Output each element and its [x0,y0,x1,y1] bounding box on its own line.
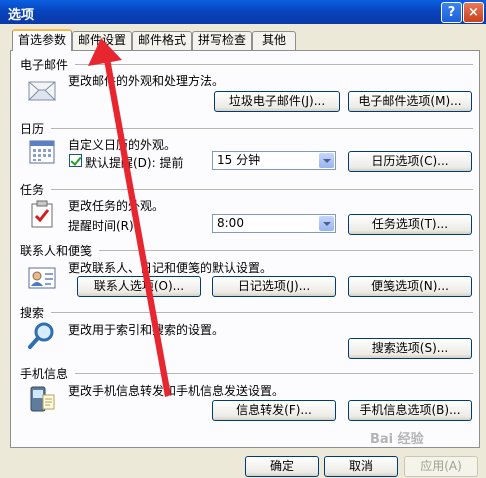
magnifier-icon [28,322,54,349]
contacts-description: 更改联系人、日记和便笺的默认设置。 [68,261,273,275]
search-description: 更改用于索引和搜索的设置。 [68,323,225,337]
close-button[interactable]: × [463,2,484,23]
ok-button[interactable]: 确定 [245,456,319,477]
chevron-down-icon [319,153,334,168]
calendar-icon [29,140,55,164]
tasks-description: 更改任务的外观。 [68,199,165,213]
divider [51,312,473,313]
divider [51,128,473,129]
default-reminder-checkbox[interactable] [69,154,82,167]
task-reminder-label: 提醒时间(R): [68,219,138,233]
reminder-time-select[interactable]: 15 分钟 [212,151,336,170]
help-button[interactable]: ? [441,2,462,23]
mobile-options-button[interactable]: 手机信息选项(B)... [348,400,472,421]
section-title-contacts: 联系人和便笺 [20,244,93,258]
contact-options-button[interactable]: 联系人选项(O)... [77,276,201,297]
junk-email-button[interactable]: 垃圾电子邮件(J)... [214,91,340,112]
divider [75,373,473,374]
task-clipboard-icon [31,200,53,228]
section-title-tasks: 任务 [20,183,45,197]
watermark: Bai 经验 [370,432,424,447]
search-options-button[interactable]: 搜索选项(S)... [348,338,472,359]
tab-other[interactable]: 其他 [252,31,296,50]
task-options-button[interactable]: 任务选项(T)... [348,214,472,235]
email-options-button[interactable]: 电子邮件选项(M)... [348,91,472,112]
section-title-calendar: 日历 [20,122,45,136]
tab-mail-format[interactable]: 邮件格式 [132,31,192,50]
divider [99,250,473,251]
mobile-description: 更改手机信息转发和手机信息发送设置。 [68,384,285,398]
mobile-phone-icon [30,386,55,412]
reminder-time-value: 15 分钟 [217,153,261,167]
message-forward-button[interactable]: 信息转发(F)... [212,400,336,421]
tab-spelling[interactable]: 拼写检查 [192,31,252,50]
title-bar: 选项 ? × [0,0,486,24]
chevron-down-icon [319,216,334,231]
tab-preferences[interactable]: 首选参数 [12,29,72,51]
divider [75,64,473,65]
notes-options-button[interactable]: 便笺选项(N)... [348,276,472,297]
apply-button: 应用(A) [404,456,478,477]
divider [51,189,473,190]
task-reminder-select[interactable]: 8:00 [212,214,336,233]
calendar-options-button[interactable]: 日历选项(C)... [348,151,472,172]
journal-options-button[interactable]: 日记选项(J)... [212,276,336,297]
email-description: 更改邮件的外观和处理方法。 [68,74,225,88]
section-title-search: 搜索 [20,306,45,320]
calendar-description: 自定义日历的外观。 [68,138,177,152]
tab-panel: 电子邮件 更改邮件的外观和处理方法。 垃圾电子邮件(J)... 电子邮件选项(M… [10,50,480,448]
default-reminder-label: 默认提醒(D): 提前 [85,156,184,170]
tab-mail-setup[interactable]: 邮件设置 [72,31,132,50]
envelope-icon [27,81,57,101]
section-title-email: 电子邮件 [20,58,69,72]
window-title: 选项 [8,8,35,23]
cancel-button[interactable]: 取消 [324,456,398,477]
contact-card-icon [28,267,56,289]
section-title-mobile: 手机信息 [20,367,69,381]
task-reminder-value: 8:00 [217,216,244,230]
